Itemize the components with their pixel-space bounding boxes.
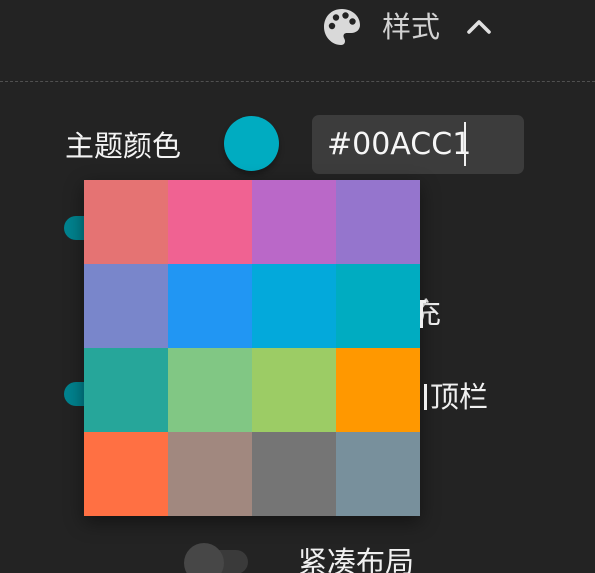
theme-color-label: 主题颜色 bbox=[65, 129, 182, 163]
palette-swatch[interactable] bbox=[252, 264, 336, 348]
palette-swatch[interactable] bbox=[84, 264, 168, 348]
palette-swatch[interactable] bbox=[168, 348, 252, 432]
palette-swatch[interactable] bbox=[252, 432, 336, 516]
theme-color-hex-input[interactable] bbox=[312, 115, 524, 174]
palette-swatch[interactable] bbox=[336, 432, 420, 516]
compact-layout-toggle-knob bbox=[184, 543, 224, 573]
compact-layout-label: 紧凑布局 bbox=[298, 545, 415, 573]
palette-swatch[interactable] bbox=[252, 348, 336, 432]
text-caret bbox=[464, 122, 466, 166]
palette-swatch[interactable] bbox=[168, 432, 252, 516]
palette-swatch[interactable] bbox=[252, 180, 336, 264]
palette-swatch[interactable] bbox=[84, 348, 168, 432]
palette-icon bbox=[322, 7, 362, 47]
palette-swatch[interactable] bbox=[336, 348, 420, 432]
palette-swatch[interactable] bbox=[168, 264, 252, 348]
section-divider bbox=[0, 81, 595, 82]
topbar-label: 顶栏 bbox=[430, 380, 489, 414]
palette-swatch[interactable] bbox=[168, 180, 252, 264]
palette-swatch[interactable] bbox=[84, 180, 168, 264]
fill-label-partial-glyph bbox=[420, 300, 426, 328]
palette-swatch[interactable] bbox=[84, 432, 168, 516]
palette-swatch[interactable] bbox=[336, 180, 420, 264]
topbar-label-partial-glyph bbox=[420, 384, 427, 410]
style-section-header[interactable]: 样式 bbox=[322, 6, 492, 48]
section-title: 样式 bbox=[382, 10, 441, 44]
color-palette-popup bbox=[84, 180, 420, 516]
settings-panel: 样式 主题颜色 充 顶栏 紧凑布局 bbox=[0, 0, 595, 573]
theme-color-swatch[interactable] bbox=[224, 116, 279, 171]
palette-swatch[interactable] bbox=[336, 264, 420, 348]
chevron-up-icon[interactable] bbox=[466, 14, 492, 40]
